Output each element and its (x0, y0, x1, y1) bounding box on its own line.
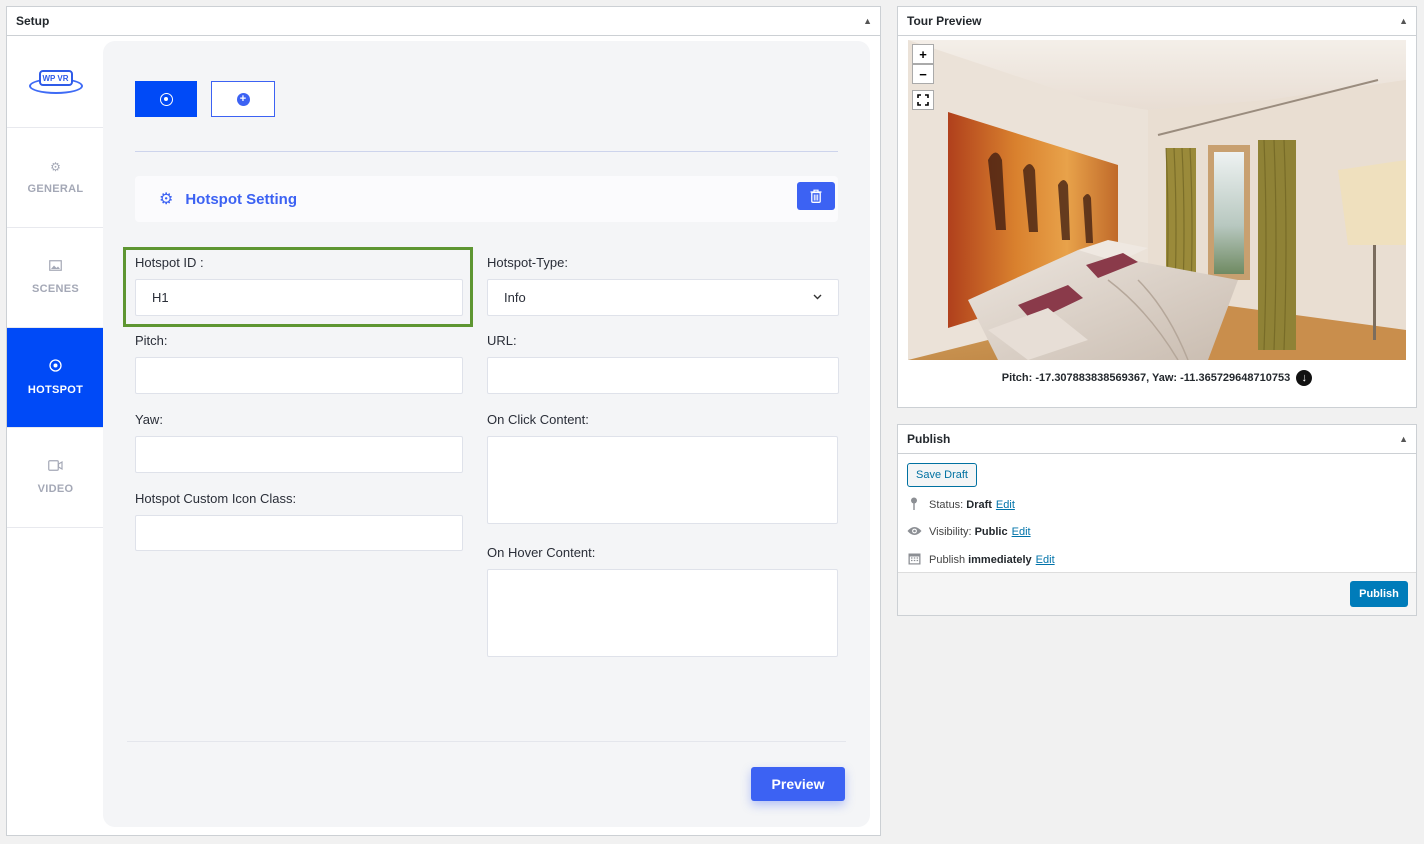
publish-value: immediately (968, 554, 1032, 566)
visibility-edit-link[interactable]: Edit (1012, 526, 1031, 538)
on-hover-content-label: On Hover Content: (487, 545, 596, 560)
pin-icon (907, 497, 921, 513)
nav-item-hotspot[interactable]: HOTSPOT (7, 328, 104, 428)
download-icon[interactable]: ↓ (1296, 370, 1313, 386)
pitch-label: Pitch: (135, 333, 168, 348)
setup-sidebar: WP VR ⚙ GENERAL SCENES HOTSPOT VIDEO (7, 37, 104, 835)
target-icon (49, 359, 62, 375)
hotspot-id-highlight (123, 247, 473, 327)
setup-panel: Setup ▲ WP VR ⚙ GENERAL SCENES HOTSPOT V… (6, 6, 881, 836)
pitch-yaw-text: Pitch: -17.307883838569367, Yaw: -11.365… (1001, 371, 1291, 384)
fullscreen-button[interactable] (912, 90, 934, 110)
status-label: Status: (929, 499, 964, 511)
yaw-label: Yaw: (135, 412, 163, 427)
collapse-toggle-icon[interactable]: ▲ (863, 16, 872, 26)
calendar-icon (907, 552, 921, 568)
hotspot-type-value: Info (504, 290, 526, 305)
custom-icon-class-input[interactable] (135, 515, 463, 551)
panorama-viewer[interactable]: + − (908, 40, 1406, 360)
pitch-input[interactable] (135, 357, 463, 394)
publish-label: Publish (929, 554, 966, 566)
gear-icon: ⚙ (159, 191, 174, 208)
publish-button[interactable]: Publish (1350, 581, 1408, 607)
trash-icon (810, 189, 822, 203)
target-icon (159, 92, 173, 106)
zoom-in-button[interactable]: + (912, 44, 934, 64)
publish-title: Publish (907, 432, 951, 446)
visibility-label: Visibility: (929, 526, 972, 538)
custom-icon-class-label: Hotspot Custom Icon Class: (135, 491, 297, 506)
setup-title: Setup (16, 14, 50, 28)
nav-item-general[interactable]: ⚙ GENERAL (7, 128, 104, 228)
on-click-content-textarea[interactable] (487, 436, 838, 524)
url-input[interactable] (487, 357, 839, 394)
save-draft-button[interactable]: Save Draft (907, 463, 977, 487)
publish-edit-link[interactable]: Edit (1036, 554, 1055, 566)
nav-label: VIDEO (37, 483, 74, 495)
eye-icon (907, 525, 922, 539)
pitch-yaw-readout: Pitch: -17.307883838569367, Yaw: -11.365… (898, 370, 1416, 386)
yaw-input[interactable] (135, 436, 463, 473)
delete-hotspot-button[interactable] (797, 182, 835, 210)
gear-icon: ⚙ (50, 160, 61, 174)
hotspot-type-select[interactable]: Info (487, 279, 839, 316)
fullscreen-icon (917, 94, 929, 106)
nav-item-video[interactable]: VIDEO (7, 428, 104, 528)
tour-preview-panel: Tour Preview ▲ + − Pitch: -17.3078838385… (897, 6, 1417, 408)
visibility-row: Visibility: Public Edit (907, 525, 1031, 539)
visibility-value: Public (974, 526, 1008, 538)
wpvr-logo: WP VR (28, 68, 83, 96)
collapse-toggle-icon[interactable]: ▲ (1399, 434, 1408, 444)
publish-schedule-row: Publish immediately Edit (907, 552, 1055, 568)
divider (127, 741, 846, 742)
hotspot-setting-header: ⚙ Hotspot Setting (135, 176, 838, 222)
status-value: Draft (966, 499, 992, 511)
tour-preview-title: Tour Preview (907, 14, 982, 28)
divider (135, 151, 838, 152)
on-hover-content-textarea[interactable] (487, 569, 838, 657)
url-label: URL: (487, 333, 517, 348)
preview-button[interactable]: Preview (751, 767, 845, 801)
hotspot-main-panel: + ⚙ Hotspot Setting Hotspot ID : Pitch: … (103, 41, 870, 827)
nav-label: HOTSPOT (27, 384, 84, 396)
add-hotspot-button[interactable]: + (211, 81, 275, 117)
publish-header: Publish ▲ (898, 425, 1416, 454)
bedroom-panorama-image (908, 40, 1406, 360)
image-icon (49, 260, 62, 274)
on-click-content-label: On Click Content: (487, 412, 589, 427)
nav-label: GENERAL (27, 183, 84, 195)
status-row: Status: Draft Edit (907, 497, 1015, 513)
publish-actions: Publish (898, 572, 1416, 615)
nav-item-scenes[interactable]: SCENES (7, 228, 104, 328)
chevron-down-icon (813, 292, 822, 303)
zoom-out-button[interactable]: − (912, 64, 934, 84)
status-edit-link[interactable]: Edit (996, 499, 1015, 511)
plus-icon: + (236, 92, 250, 106)
logo-area: WP VR (7, 37, 104, 128)
hotspot-setting-title: Hotspot Setting (185, 190, 297, 208)
nav-label: SCENES (31, 283, 80, 295)
tour-preview-header: Tour Preview ▲ (898, 7, 1416, 36)
publish-panel: Publish ▲ Save Draft Status: Draft Edit … (897, 424, 1417, 616)
setup-header: Setup ▲ (7, 7, 880, 36)
hotspot-type-label: Hotspot-Type: (487, 255, 568, 270)
video-icon (48, 460, 63, 474)
collapse-toggle-icon[interactable]: ▲ (1399, 16, 1408, 26)
hotspot-tab-1[interactable] (135, 81, 197, 117)
